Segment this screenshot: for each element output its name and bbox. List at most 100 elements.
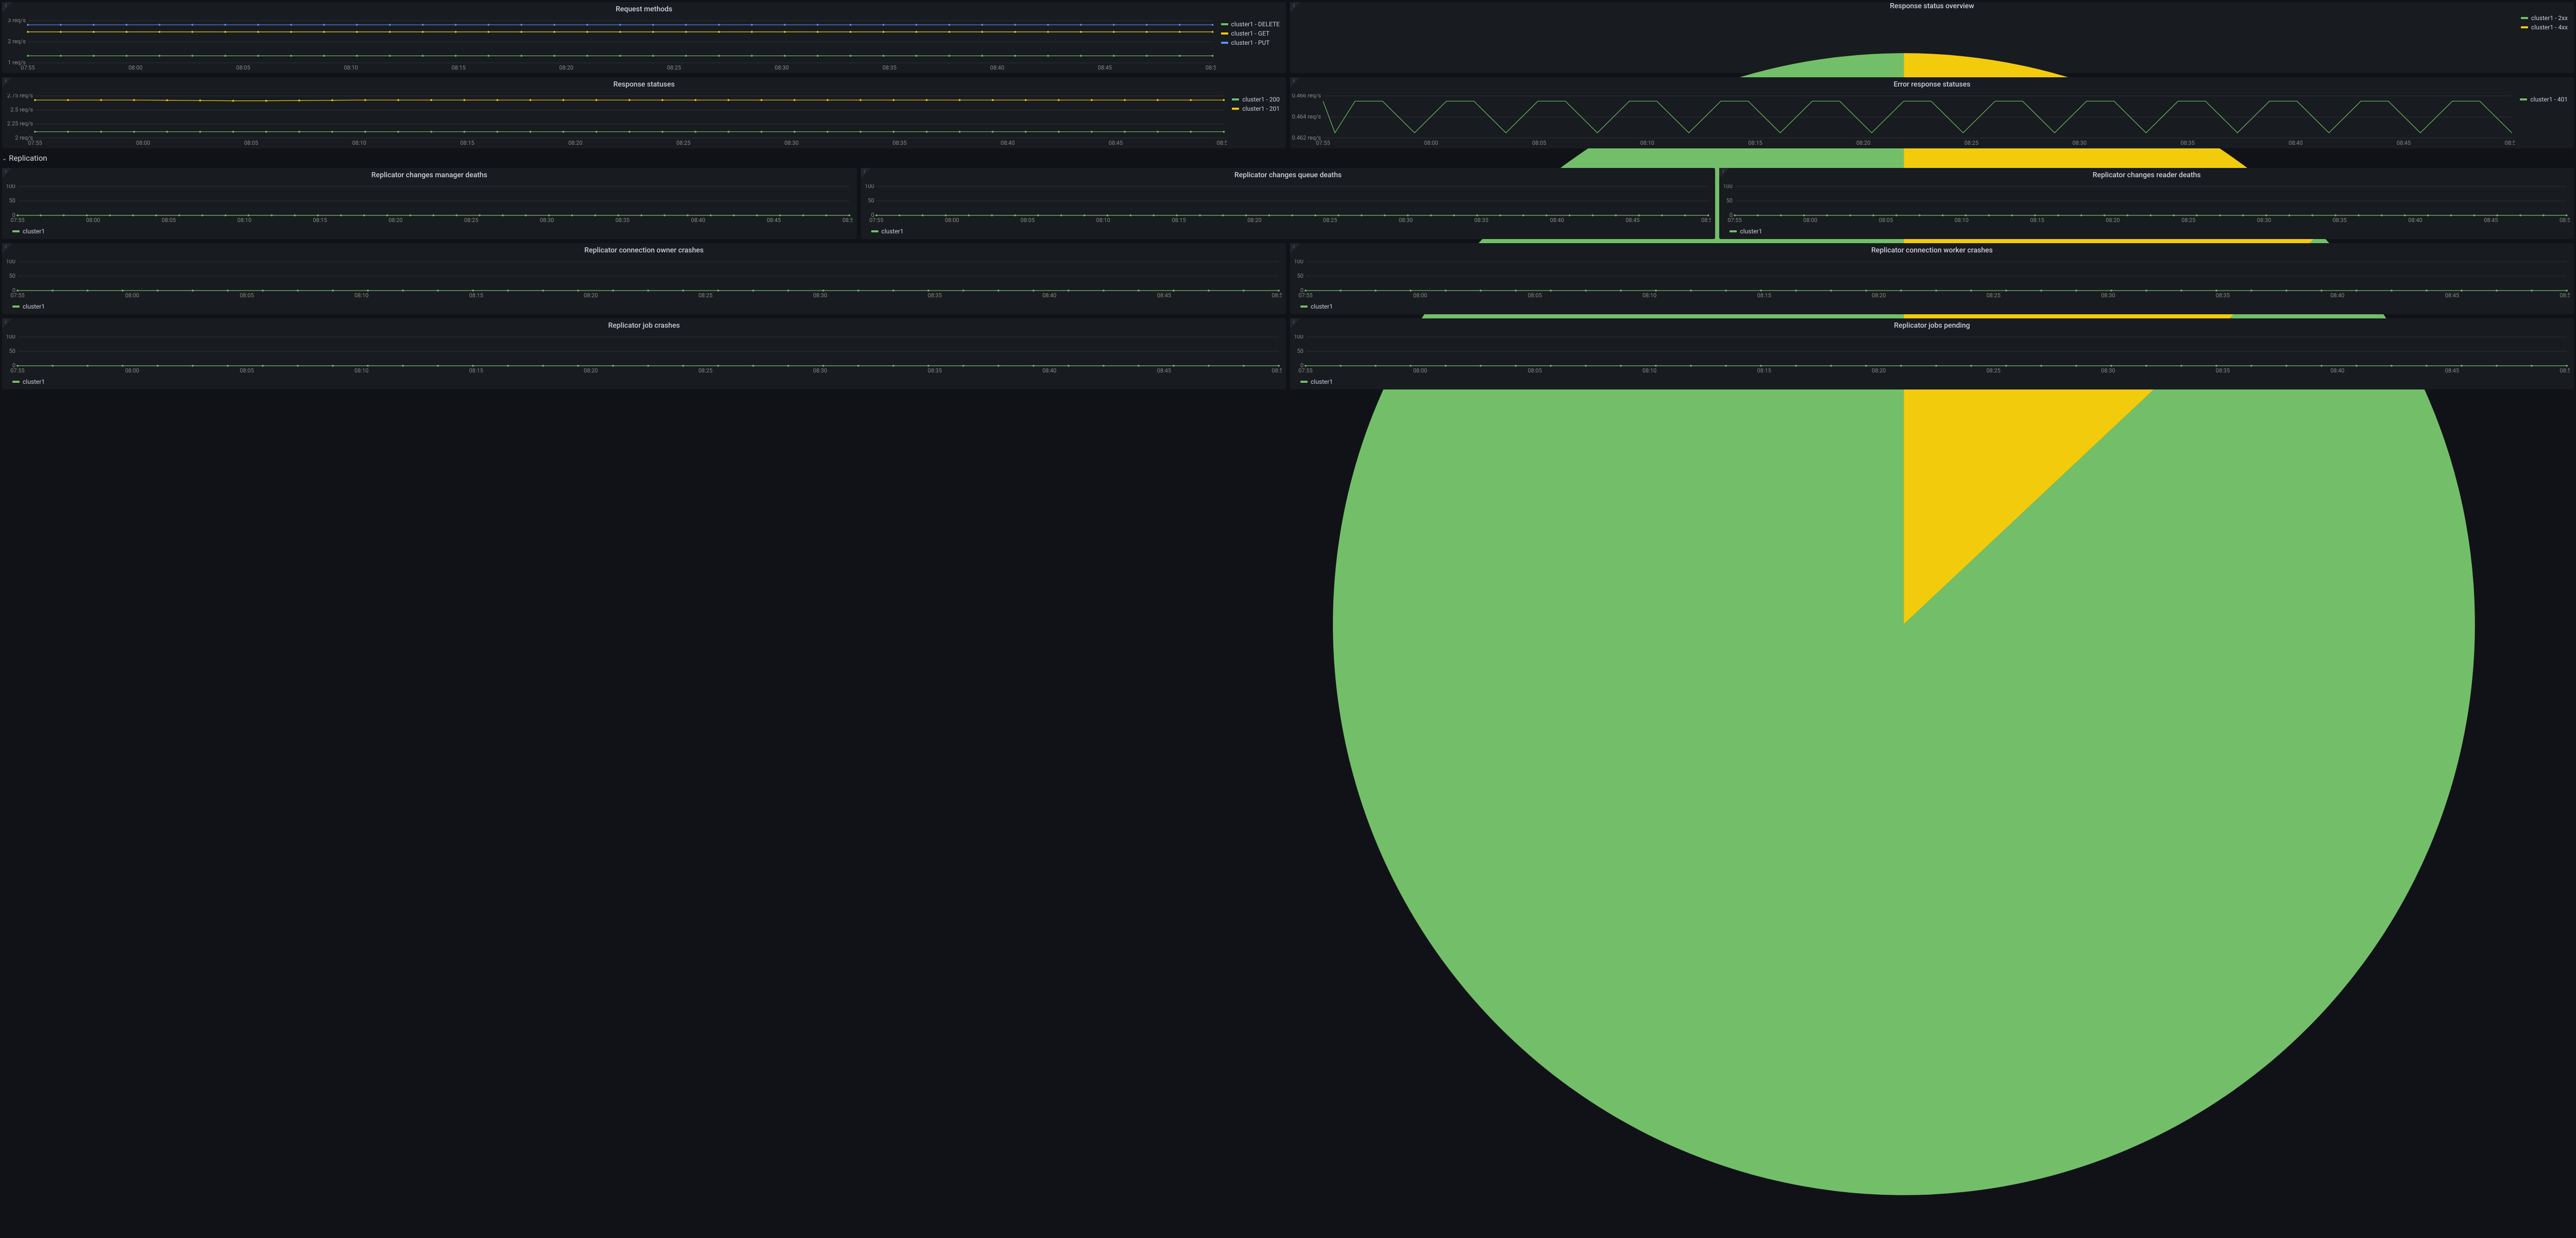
legend-item[interactable]: cluster1 <box>871 228 904 235</box>
svg-text:08:45: 08:45 <box>1157 367 1171 374</box>
svg-text:08:45: 08:45 <box>2445 367 2459 374</box>
legend: cluster1 <box>2 376 1286 389</box>
svg-text:08:40: 08:40 <box>1550 217 1564 224</box>
legend-item[interactable]: cluster1 <box>1730 228 1762 235</box>
legend-item[interactable]: cluster1 - 401 <box>2520 96 2568 103</box>
svg-text:08:50: 08:50 <box>2505 140 2515 146</box>
chevron-down-icon: ⌄ <box>2 155 7 162</box>
svg-text:08:20: 08:20 <box>568 140 582 146</box>
legend-swatch-icon <box>1730 230 1737 232</box>
svg-text:08:45: 08:45 <box>1109 140 1123 146</box>
legend: cluster1 - DELETE cluster1 - GET cluster1 … <box>1216 19 1282 71</box>
legend-item[interactable]: cluster1 <box>12 303 45 310</box>
panel-repl-queue[interactable]: i Replicator changes queue deaths 050100… <box>861 168 1716 239</box>
svg-text:3 req/s: 3 req/s <box>8 19 26 24</box>
svg-text:07:55: 07:55 <box>1728 217 1742 224</box>
svg-text:08:10: 08:10 <box>1955 217 1969 224</box>
legend-item[interactable]: cluster1 <box>1300 378 1333 385</box>
panel-repl-pending[interactable]: i Replicator jobs pending 05010007:5508:… <box>1290 318 2574 389</box>
legend-label: cluster1 <box>23 303 45 310</box>
svg-text:08:20: 08:20 <box>2106 217 2120 224</box>
chart-request-methods[interactable]: 1 req/s2 req/s3 req/s07:5508:0008:0508:1… <box>4 19 1216 71</box>
legend-item[interactable]: cluster1 <box>12 228 45 235</box>
svg-text:08:00: 08:00 <box>1413 292 1427 299</box>
svg-text:08:05: 08:05 <box>1021 217 1035 224</box>
legend-swatch-icon <box>871 230 878 232</box>
panel-title: Replicator changes manager deaths <box>371 171 487 179</box>
panel-title: Replicator connection worker crashes <box>1871 246 1993 255</box>
svg-text:08:50: 08:50 <box>2560 217 2570 224</box>
svg-text:08:10: 08:10 <box>1640 140 1654 146</box>
svg-text:08:30: 08:30 <box>775 64 789 71</box>
legend-swatch-icon <box>12 230 20 232</box>
svg-text:08:45: 08:45 <box>2445 292 2459 299</box>
svg-text:50: 50 <box>1297 348 1303 354</box>
svg-text:50: 50 <box>868 197 874 204</box>
legend-label: cluster1 - 2xx <box>2531 14 2568 22</box>
legend: cluster1 - 200 cluster1 - 201 <box>1227 94 1282 146</box>
legend-item[interactable]: cluster1 <box>1300 303 1333 310</box>
panel-repl-job[interactable]: i Replicator job crashes 05010007:5508:0… <box>2 318 1286 389</box>
svg-text:50: 50 <box>1297 273 1303 279</box>
panel-title: Replicator connection owner crashes <box>584 246 703 255</box>
legend-item[interactable]: cluster1 - 201 <box>1232 105 1280 112</box>
legend: cluster1 <box>2 226 857 239</box>
legend-item[interactable]: cluster1 - 2xx <box>2521 14 2568 22</box>
svg-text:07:55: 07:55 <box>1298 292 1312 299</box>
panel-repl-owner[interactable]: i Replicator connection owner crashes 05… <box>2 243 1286 314</box>
svg-text:08:20: 08:20 <box>1247 217 1261 224</box>
chart-repl-mgr[interactable]: 05010007:5508:0008:0508:1008:1508:2008:2… <box>4 184 853 224</box>
legend: cluster1 <box>1719 226 2574 239</box>
chart-repl-job[interactable]: 05010007:5508:0008:0508:1008:1508:2008:2… <box>4 335 1282 374</box>
chart-error-statuses[interactable]: 0.462 req/s0.464 req/s0.466 req/s07:5508… <box>1292 94 2515 146</box>
legend-item[interactable]: cluster1 <box>12 378 45 385</box>
panel-title: Replicator changes reader deaths <box>2093 171 2201 179</box>
chart-repl-reader[interactable]: 05010007:5508:0008:0508:1008:1508:2008:2… <box>1721 184 2570 224</box>
svg-text:08:35: 08:35 <box>1474 217 1488 224</box>
legend-swatch-icon <box>12 381 20 383</box>
panel-repl-mgr[interactable]: i Replicator changes manager deaths 0501… <box>2 168 857 239</box>
panel-request-methods[interactable]: i Request methods 1 req/s2 req/s3 req/s0… <box>2 2 1286 73</box>
legend: cluster1 <box>1290 376 2574 389</box>
legend-item[interactable]: cluster1 - PUT <box>1221 39 1280 46</box>
svg-text:08:25: 08:25 <box>1987 292 2001 299</box>
legend-item[interactable]: cluster1 - 4xx <box>2521 24 2568 31</box>
chart-repl-pending[interactable]: 05010007:5508:0008:0508:1008:1508:2008:2… <box>1292 335 2570 374</box>
chart-repl-owner[interactable]: 05010007:5508:0008:0508:1008:1508:2008:2… <box>4 260 1282 299</box>
svg-text:08:10: 08:10 <box>354 367 368 374</box>
panel-repl-worker[interactable]: i Replicator connection worker crashes 0… <box>1290 243 2574 314</box>
svg-text:08:50: 08:50 <box>1272 292 1282 299</box>
svg-text:08:30: 08:30 <box>2257 217 2271 224</box>
svg-text:08:50: 08:50 <box>1217 140 1227 146</box>
legend-swatch-icon <box>1300 306 1308 308</box>
svg-text:08:30: 08:30 <box>2101 367 2115 374</box>
legend-swatch-icon <box>2521 17 2528 19</box>
chart-repl-worker[interactable]: 05010007:5508:0008:0508:1008:1508:2008:2… <box>1292 260 2570 299</box>
panel-response-statuses[interactable]: i Response statuses 2 req/s2.25 req/s2.5… <box>2 77 1286 148</box>
svg-text:08:25: 08:25 <box>464 217 478 224</box>
legend-swatch-icon <box>1232 98 1239 100</box>
svg-text:08:50: 08:50 <box>2560 292 2570 299</box>
chart-repl-queue[interactable]: 05010007:5508:0008:0508:1008:1508:2008:2… <box>863 184 1711 224</box>
legend-label: cluster1 - GET <box>1231 30 1270 37</box>
svg-text:100: 100 <box>6 184 15 190</box>
legend-item[interactable]: cluster1 - DELETE <box>1221 21 1280 28</box>
svg-text:08:20: 08:20 <box>1872 292 1886 299</box>
svg-text:2 req/s: 2 req/s <box>8 38 26 45</box>
svg-text:08:10: 08:10 <box>352 140 366 146</box>
legend-item[interactable]: cluster1 - GET <box>1221 30 1280 37</box>
legend-label: cluster1 - 201 <box>1242 105 1280 112</box>
chart-response-statuses[interactable]: 2 req/s2.25 req/s2.5 req/s2.75 req/s07:5… <box>4 94 1227 146</box>
svg-text:08:35: 08:35 <box>2216 367 2230 374</box>
panel-response-overview[interactable]: i Response status overview cluster1 - 2x… <box>1290 2 2574 73</box>
svg-text:50: 50 <box>9 273 15 279</box>
panel-error-statuses[interactable]: i Error response statuses 0.462 req/s0.4… <box>1290 77 2574 148</box>
legend-item[interactable]: cluster1 - 200 <box>1232 96 1280 103</box>
svg-text:08:30: 08:30 <box>813 367 827 374</box>
svg-text:08:30: 08:30 <box>813 292 827 299</box>
svg-text:08:50: 08:50 <box>842 217 853 224</box>
svg-text:08:20: 08:20 <box>1872 367 1886 374</box>
svg-text:08:35: 08:35 <box>2180 140 2194 146</box>
panel-repl-reader[interactable]: i Replicator changes reader deaths 05010… <box>1719 168 2574 239</box>
svg-text:08:00: 08:00 <box>128 64 142 71</box>
